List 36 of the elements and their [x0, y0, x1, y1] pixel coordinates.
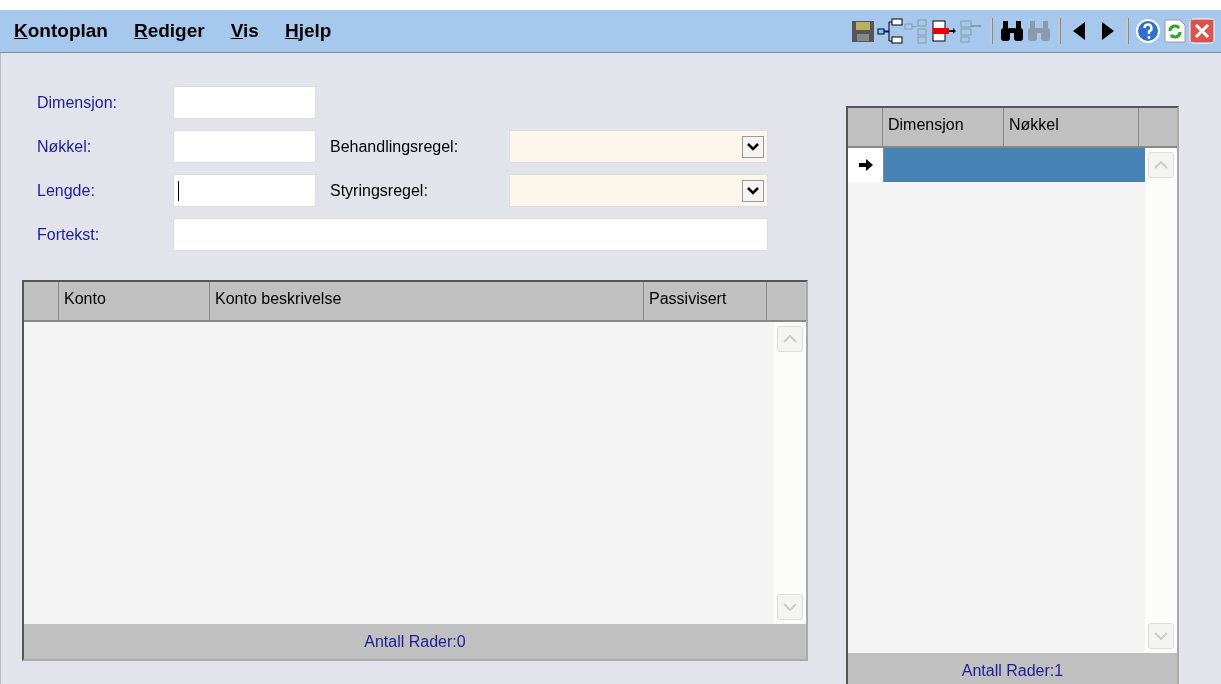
column-header[interactable]: Passivisert — [644, 282, 767, 320]
input-field[interactable] — [173, 130, 316, 163]
column-header[interactable]: Konto beskrivelse — [210, 282, 644, 320]
scrollbar[interactable] — [1145, 148, 1177, 653]
scroll-down-icon[interactable] — [777, 594, 803, 620]
save-icon[interactable] — [850, 18, 876, 44]
menu-item[interactable]: Vis — [230, 20, 259, 42]
menu-item[interactable]: Rediger — [133, 20, 205, 42]
close-icon[interactable] — [1189, 18, 1215, 44]
field-label: Styringsregel: — [330, 181, 429, 200]
tree-node-icon[interactable] — [931, 18, 957, 44]
scroll-up-icon[interactable] — [777, 326, 803, 352]
menu-item[interactable]: Hjelp — [284, 20, 332, 42]
row-count: Antall Rader:0 — [364, 632, 466, 651]
row-count: Antall Rader:1 — [961, 661, 1064, 680]
input-field[interactable] — [173, 218, 768, 251]
column-header[interactable]: Nøkkel — [1004, 108, 1139, 146]
field-label: Behandlingsregel: — [330, 137, 460, 156]
row-indicator[interactable] — [848, 148, 884, 182]
column-header[interactable]: Konto — [59, 282, 210, 320]
input-field[interactable] — [173, 86, 316, 119]
field-label: Nøkkel: — [37, 137, 93, 156]
field-label: Dimensjon: — [37, 93, 119, 112]
arrow-icon — [858, 159, 873, 171]
scroll-down-icon[interactable] — [1148, 623, 1174, 649]
field-label: Fortekst: — [37, 225, 101, 244]
scrollbar[interactable] — [774, 322, 806, 624]
input-field[interactable] — [173, 174, 316, 207]
binoculars-icon[interactable] — [999, 18, 1025, 44]
help-icon[interactable] — [1135, 18, 1161, 44]
column-header[interactable]: Dimensjon — [883, 108, 1004, 146]
scroll-up-icon[interactable] — [1148, 152, 1174, 178]
refresh-icon[interactable] — [1162, 18, 1188, 44]
menu-item[interactable]: Kontoplan — [14, 20, 108, 42]
field-label: Lengde: — [37, 181, 96, 200]
tree-node-icon[interactable] — [877, 18, 903, 44]
